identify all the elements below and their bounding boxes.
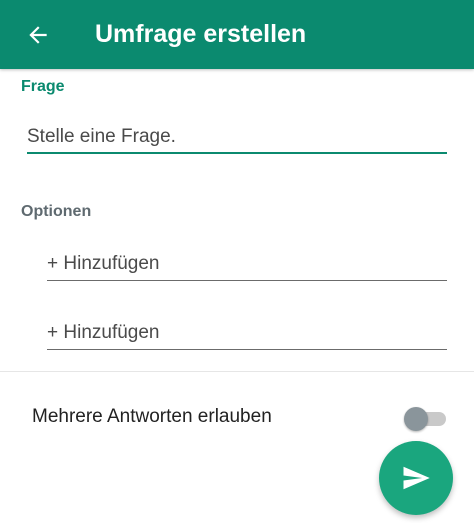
page-title: Umfrage erstellen: [95, 20, 307, 48]
send-icon: [403, 466, 430, 490]
question-input[interactable]: [27, 122, 447, 154]
question-label: Frage: [21, 78, 65, 95]
multiple-answers-label: Mehrere Antworten erlauben: [32, 406, 272, 427]
options-label: Optionen: [21, 203, 92, 220]
app-bar: Umfrage erstellen: [0, 0, 474, 69]
divider: [0, 371, 474, 372]
option-input-2[interactable]: [47, 317, 447, 350]
arrow-left-icon: [29, 26, 47, 44]
back-button[interactable]: [20, 17, 56, 53]
multiple-answers-toggle[interactable]: [404, 406, 448, 432]
send-button[interactable]: [379, 441, 453, 515]
toggle-thumb: [404, 407, 428, 431]
option-input-1[interactable]: [47, 248, 447, 281]
